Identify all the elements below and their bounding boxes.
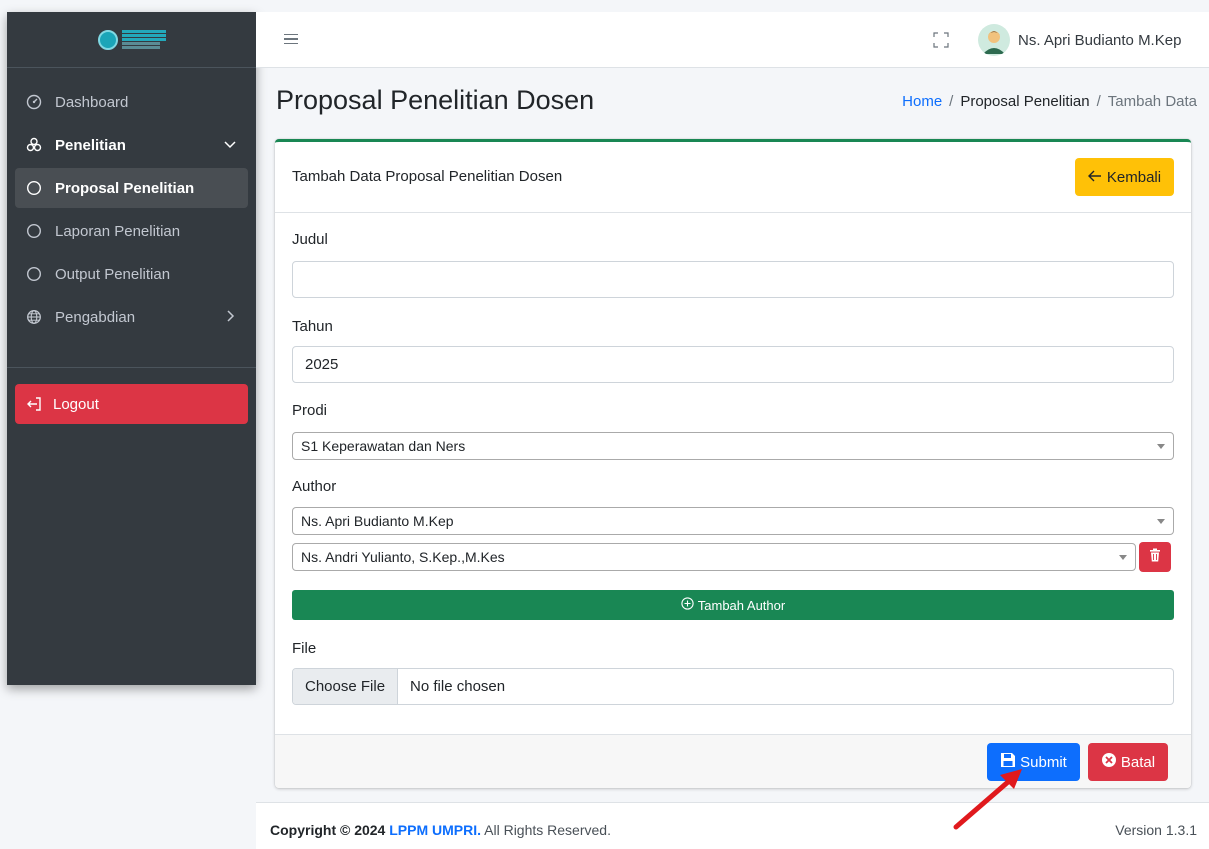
back-button[interactable]: Kembali (1075, 158, 1174, 196)
back-button-label: Kembali (1106, 168, 1162, 186)
menu-toggle-icon[interactable] (284, 29, 298, 49)
author-selected-value: Ns. Andri Yulianto, S.Kep.,M.Kes (301, 549, 505, 565)
file-input[interactable]: Choose File No file chosen (292, 668, 1174, 705)
author-selected-value: Ns. Apri Budianto M.Kep (301, 513, 454, 529)
submit-button[interactable]: Submit (987, 743, 1080, 781)
avatar (978, 24, 1010, 56)
author-select-1[interactable]: Ns. Apri Budianto M.Kep (292, 507, 1174, 535)
globe-icon (25, 308, 43, 326)
sidebar-item-label: Pengabdian (55, 308, 136, 326)
logo-emblem-icon (97, 29, 118, 50)
prodi-select[interactable]: S1 Keperawatan dan Ners (292, 432, 1174, 460)
choose-file-button[interactable]: Choose File (293, 669, 399, 704)
author-select-2[interactable]: Ns. Andri Yulianto, S.Kep.,M.Kes (292, 543, 1136, 571)
card-header: Tambah Data Proposal Penelitian Dosen Ke… (275, 142, 1191, 213)
sidebar-item-label: Penelitian (55, 136, 126, 154)
org-link[interactable]: LPPM UMPRI. (389, 822, 481, 838)
prodi-selected-value: S1 Keperawatan dan Ners (301, 438, 466, 454)
breadcrumb-separator: / (949, 93, 954, 110)
tahun-label: Tahun (292, 318, 333, 335)
rights-text: All Rights Reserved. (484, 822, 611, 838)
sidebar-nav: Dashboard Penelitian Proposal Penelitian… (7, 68, 256, 337)
caret-down-icon (1157, 444, 1165, 449)
copyright: Copyright © 2024 LPPM UMPRI. All Rights … (270, 822, 611, 838)
save-disk-icon (1000, 752, 1016, 772)
circle-icon (25, 222, 43, 240)
chevron-down-icon (224, 137, 236, 154)
cancel-button[interactable]: Batal (1088, 743, 1168, 781)
sidebar-item-output-penelitian[interactable]: Output Penelitian (15, 254, 248, 294)
sidebar-divider (7, 367, 256, 368)
sidebar-item-proposal-penelitian[interactable]: Proposal Penelitian (15, 168, 248, 208)
card-footer: Submit Batal (275, 734, 1191, 788)
breadcrumb: Home / Proposal Penelitian / Tambah Data (902, 93, 1197, 110)
judul-input[interactable] (292, 261, 1174, 298)
page-title: Proposal Penelitian Dosen (276, 85, 595, 115)
sidebar-item-dashboard[interactable]: Dashboard (15, 82, 248, 122)
sidebar-item-pengabdian[interactable]: Pengabdian (15, 297, 248, 337)
arrow-left-icon (1087, 169, 1102, 186)
caret-down-icon (1119, 555, 1127, 560)
tahun-input[interactable]: 2025 (292, 346, 1174, 383)
caret-down-icon (1157, 519, 1165, 524)
sidebar-item-label: Proposal Penelitian (55, 179, 195, 197)
x-circle-icon (1101, 752, 1117, 772)
sidebar-item-penelitian[interactable]: Penelitian (15, 125, 248, 165)
add-author-button[interactable]: Tambah Author (292, 590, 1174, 620)
plus-circle-icon (681, 597, 694, 613)
trash-icon (1149, 548, 1161, 566)
fullscreen-icon[interactable] (932, 31, 950, 49)
logout-label: Logout (53, 395, 99, 413)
form-card: Tambah Data Proposal Penelitian Dosen Ke… (275, 139, 1191, 788)
sidebar-item-label: Output Penelitian (55, 265, 171, 283)
prodi-label: Prodi (292, 402, 328, 419)
dashboard-gauge-icon (25, 93, 43, 111)
breadcrumb-proposal[interactable]: Proposal Penelitian (960, 93, 1089, 110)
breadcrumb-home[interactable]: Home (902, 93, 942, 110)
judul-label: Judul (292, 231, 328, 248)
sidebar: Dashboard Penelitian Proposal Penelitian… (7, 12, 256, 685)
sidebar-item-label: Dashboard (55, 93, 129, 111)
sidebar-item-laporan-penelitian[interactable]: Laporan Penelitian (15, 211, 248, 251)
logout-button[interactable]: Logout (15, 384, 248, 424)
cancel-label: Batal (1120, 753, 1156, 771)
delete-author-button[interactable] (1139, 542, 1171, 572)
copyright-prefix: Copyright © 2024 (270, 822, 386, 838)
circle-icon (25, 265, 43, 283)
add-author-label: Tambah Author (697, 597, 786, 613)
user-menu[interactable]: Ns. Apri Budianto M.Kep (978, 24, 1181, 56)
logo-text-graphic (121, 30, 166, 49)
research-icon (25, 136, 43, 154)
page-footer: Copyright © 2024 LPPM UMPRI. All Rights … (256, 802, 1209, 849)
submit-label: Submit (1020, 753, 1067, 771)
file-label: File (292, 640, 317, 657)
lppm-logo (97, 29, 166, 50)
file-status: No file chosen (410, 678, 506, 695)
user-name: Ns. Apri Budianto M.Kep (1018, 31, 1182, 49)
chevron-right-icon (224, 309, 236, 326)
sidebar-item-label: Laporan Penelitian (55, 222, 181, 240)
logout-icon (25, 395, 43, 413)
breadcrumb-separator: / (1096, 93, 1101, 110)
breadcrumb-current: Tambah Data (1107, 93, 1197, 110)
card-title: Tambah Data Proposal Penelitian Dosen (292, 168, 563, 185)
top-navbar: Ns. Apri Budianto M.Kep (256, 12, 1209, 68)
version-text: Version 1.3.1 (1115, 822, 1197, 838)
brand-logo[interactable] (7, 12, 256, 68)
circle-icon (25, 179, 43, 197)
card-body: Judul Tahun 2025 Prodi S1 Keperawatan da… (275, 213, 1191, 736)
author-label: Author (292, 478, 337, 495)
